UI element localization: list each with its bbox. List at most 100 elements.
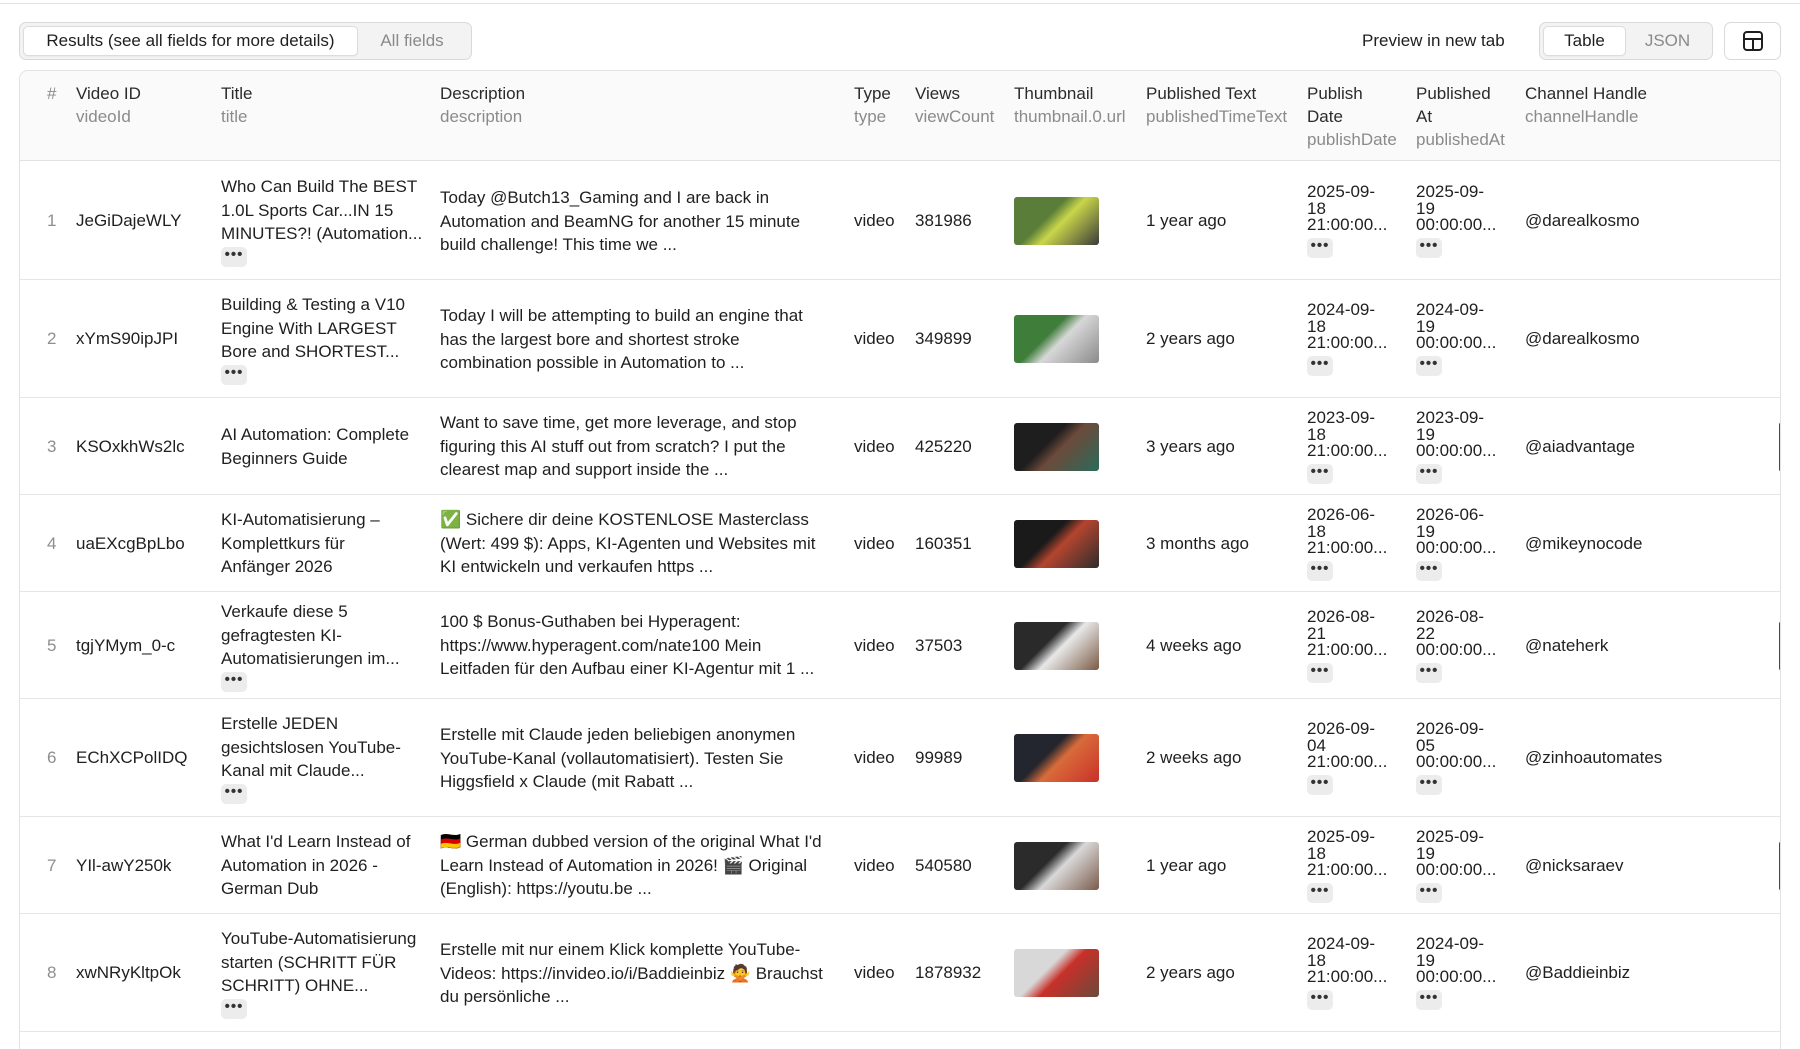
- expand-title-button[interactable]: •••: [221, 246, 247, 267]
- video-thumbnail[interactable]: [1014, 197, 1099, 245]
- published-at-cell: 2023-09- 19 00:00:00... •••: [1416, 409, 1496, 484]
- title-cell: Building & Testing a V10 Engine With LARG…: [221, 293, 405, 385]
- tab-all-fields[interactable]: All fields: [358, 26, 466, 56]
- title-cell: YouTube-Automatisierung starten (SCHRITT …: [221, 927, 416, 1019]
- column-header-publish-date[interactable]: Publish Date publishDate: [1307, 82, 1397, 151]
- views-cell: 381986: [915, 211, 972, 230]
- results-view-toggle: Results (see all fields for more details…: [19, 22, 472, 60]
- video-thumbnail[interactable]: [1014, 423, 1099, 471]
- published-at-cell: 2024-09- 19 00:00:00... •••: [1416, 301, 1496, 376]
- published-text-cell: 1 year ago: [1146, 856, 1227, 875]
- column-header-description[interactable]: Description description: [440, 82, 525, 128]
- video-id-cell: KSOxkhWs2lc: [76, 437, 185, 456]
- expand-date-button[interactable]: •••: [1416, 560, 1442, 581]
- row-index: 5: [47, 636, 57, 655]
- published-at-cell: 2026-08- 22 00:00:00... •••: [1416, 608, 1496, 683]
- video-thumbnail[interactable]: [1014, 842, 1099, 890]
- description-cell: ✅ Sichere dir deine KOSTENLOSE Mastercla…: [440, 510, 816, 576]
- expand-date-button[interactable]: •••: [1416, 463, 1442, 484]
- publish-date-cell: 2024-09- 18 21:00:00... •••: [1307, 935, 1387, 1010]
- type-cell: video: [854, 534, 895, 553]
- table-row[interactable]: 7 YIl-awY250k What I'd Learn Instead of Aut…: [20, 817, 1780, 914]
- column-header-index[interactable]: #: [47, 82, 56, 105]
- expand-date-button[interactable]: •••: [1307, 237, 1333, 258]
- layout-toggle-button[interactable]: [1724, 22, 1781, 60]
- title-cell: AI Automation: Complete Beginners Guide: [221, 425, 410, 468]
- expand-date-button[interactable]: •••: [1307, 989, 1333, 1010]
- tab-json[interactable]: JSON: [1626, 26, 1709, 56]
- description-cell: Want to save time, get more leverage, an…: [440, 413, 797, 479]
- video-thumbnail[interactable]: [1014, 315, 1099, 363]
- publish-date-cell: 2025-09- 18 21:00:00... •••: [1307, 828, 1387, 903]
- row-index: 4: [47, 534, 57, 553]
- type-cell: video: [854, 748, 895, 767]
- expand-date-button[interactable]: •••: [1307, 774, 1333, 795]
- expand-date-button[interactable]: •••: [1307, 463, 1333, 484]
- video-thumbnail[interactable]: [1014, 520, 1099, 568]
- column-header-views[interactable]: Views viewCount: [915, 82, 994, 128]
- views-cell: 425220: [915, 437, 972, 456]
- table-row[interactable]: 2 xYmS90ipJPI Building & Testing a V10 Engi…: [20, 280, 1780, 398]
- video-thumbnail[interactable]: [1014, 734, 1099, 782]
- video-id-cell: uaEXcgBpLbo: [76, 534, 185, 553]
- row-scroll-indicator: [1779, 622, 1780, 670]
- column-header-published-at[interactable]: Published At publishedAt: [1416, 82, 1505, 151]
- channel-handle-cell: @nateherk: [1525, 636, 1609, 655]
- expand-title-button[interactable]: •••: [221, 671, 247, 692]
- column-header-thumbnail[interactable]: Thumbnail thumbnail.0.url: [1014, 82, 1126, 128]
- table-row[interactable]: 3 KSOxkhWs2lc AI Automation: Complete Begin…: [20, 398, 1780, 495]
- expand-date-button[interactable]: •••: [1307, 662, 1333, 683]
- column-header-type[interactable]: Type type: [854, 82, 891, 128]
- expand-date-button[interactable]: •••: [1416, 774, 1442, 795]
- title-cell: Verkaufe diese 5 gefragtesten KI- Automati…: [221, 600, 400, 692]
- expand-title-button[interactable]: •••: [221, 364, 247, 385]
- column-header-video-id[interactable]: Video ID videoId: [76, 82, 141, 128]
- views-cell: 160351: [915, 534, 972, 553]
- table-header: # Video ID videoId Title title Description…: [20, 71, 1780, 161]
- column-header-published-text[interactable]: Published Text publishedTimeText: [1146, 82, 1287, 128]
- expand-title-button[interactable]: •••: [221, 783, 247, 804]
- tab-table[interactable]: Table: [1543, 26, 1626, 56]
- published-text-cell: 2 weeks ago: [1146, 748, 1242, 767]
- table-row[interactable]: 6 EChXCPolIDQ Erstelle JEDEN gesichtslosen …: [20, 699, 1780, 817]
- video-thumbnail[interactable]: [1014, 949, 1099, 997]
- expand-date-button[interactable]: •••: [1416, 355, 1442, 376]
- row-index: 8: [47, 963, 57, 982]
- expand-date-button[interactable]: •••: [1307, 355, 1333, 376]
- published-text-cell: 3 years ago: [1146, 437, 1235, 456]
- expand-date-button[interactable]: •••: [1416, 989, 1442, 1010]
- table-row[interactable]: 4 uaEXcgBpLbo KI-Automatisierung – Komplett…: [20, 495, 1780, 592]
- channel-handle-cell: @mikeynocode: [1525, 534, 1643, 553]
- video-id-cell: JeGiDajeWLY: [76, 211, 182, 230]
- views-cell: 99989: [915, 748, 963, 767]
- published-text-cell: 2 years ago: [1146, 329, 1235, 348]
- table-row[interactable]: 5 tgjYMym_0-c Verkaufe diese 5 gefragtesten…: [20, 592, 1780, 699]
- description-cell: 🇩🇪 German dubbed version of the original…: [440, 832, 822, 898]
- column-header-title[interactable]: Title title: [221, 82, 253, 128]
- published-text-cell: 2 years ago: [1146, 963, 1235, 982]
- expand-date-button[interactable]: •••: [1416, 237, 1442, 258]
- published-text-cell: 3 months ago: [1146, 534, 1250, 553]
- channel-handle-cell: @darealkosmo: [1525, 329, 1640, 348]
- column-header-channel-handle[interactable]: Channel Handle channelHandle: [1525, 82, 1647, 128]
- table-row[interactable]: 8 xwNRyKltpOk YouTube-Automatisierung start…: [20, 914, 1780, 1032]
- publish-date-cell: 2026-08- 21 21:00:00... •••: [1307, 608, 1387, 683]
- video-id-cell: xwNRyKltpOk: [76, 963, 181, 982]
- expand-date-button[interactable]: •••: [1416, 882, 1442, 903]
- video-id-cell: xYmS90ipJPI: [76, 329, 179, 348]
- expand-title-button[interactable]: •••: [221, 998, 247, 1019]
- table-row[interactable]: 1 JeGiDajeWLY Who Can Build The BEST 1.0L S…: [20, 162, 1780, 280]
- published-at-cell: 2025-09- 19 00:00:00... •••: [1416, 828, 1496, 903]
- expand-date-button[interactable]: •••: [1307, 882, 1333, 903]
- published-text-cell: 4 weeks ago: [1146, 636, 1242, 655]
- description-cell: Today I will be attempting to build an e…: [440, 306, 803, 372]
- preview-in-new-tab-link[interactable]: Preview in new tab: [1362, 31, 1505, 51]
- results-table: # Video ID videoId Title title Description…: [19, 70, 1781, 1049]
- expand-date-button[interactable]: •••: [1416, 662, 1442, 683]
- video-thumbnail[interactable]: [1014, 622, 1099, 670]
- tab-results[interactable]: Results (see all fields for more details…: [23, 26, 358, 56]
- row-index: 7: [47, 856, 57, 875]
- format-toggle: Table JSON: [1539, 22, 1713, 60]
- expand-date-button[interactable]: •••: [1307, 560, 1333, 581]
- channel-handle-cell: @Baddieinbiz: [1525, 963, 1631, 982]
